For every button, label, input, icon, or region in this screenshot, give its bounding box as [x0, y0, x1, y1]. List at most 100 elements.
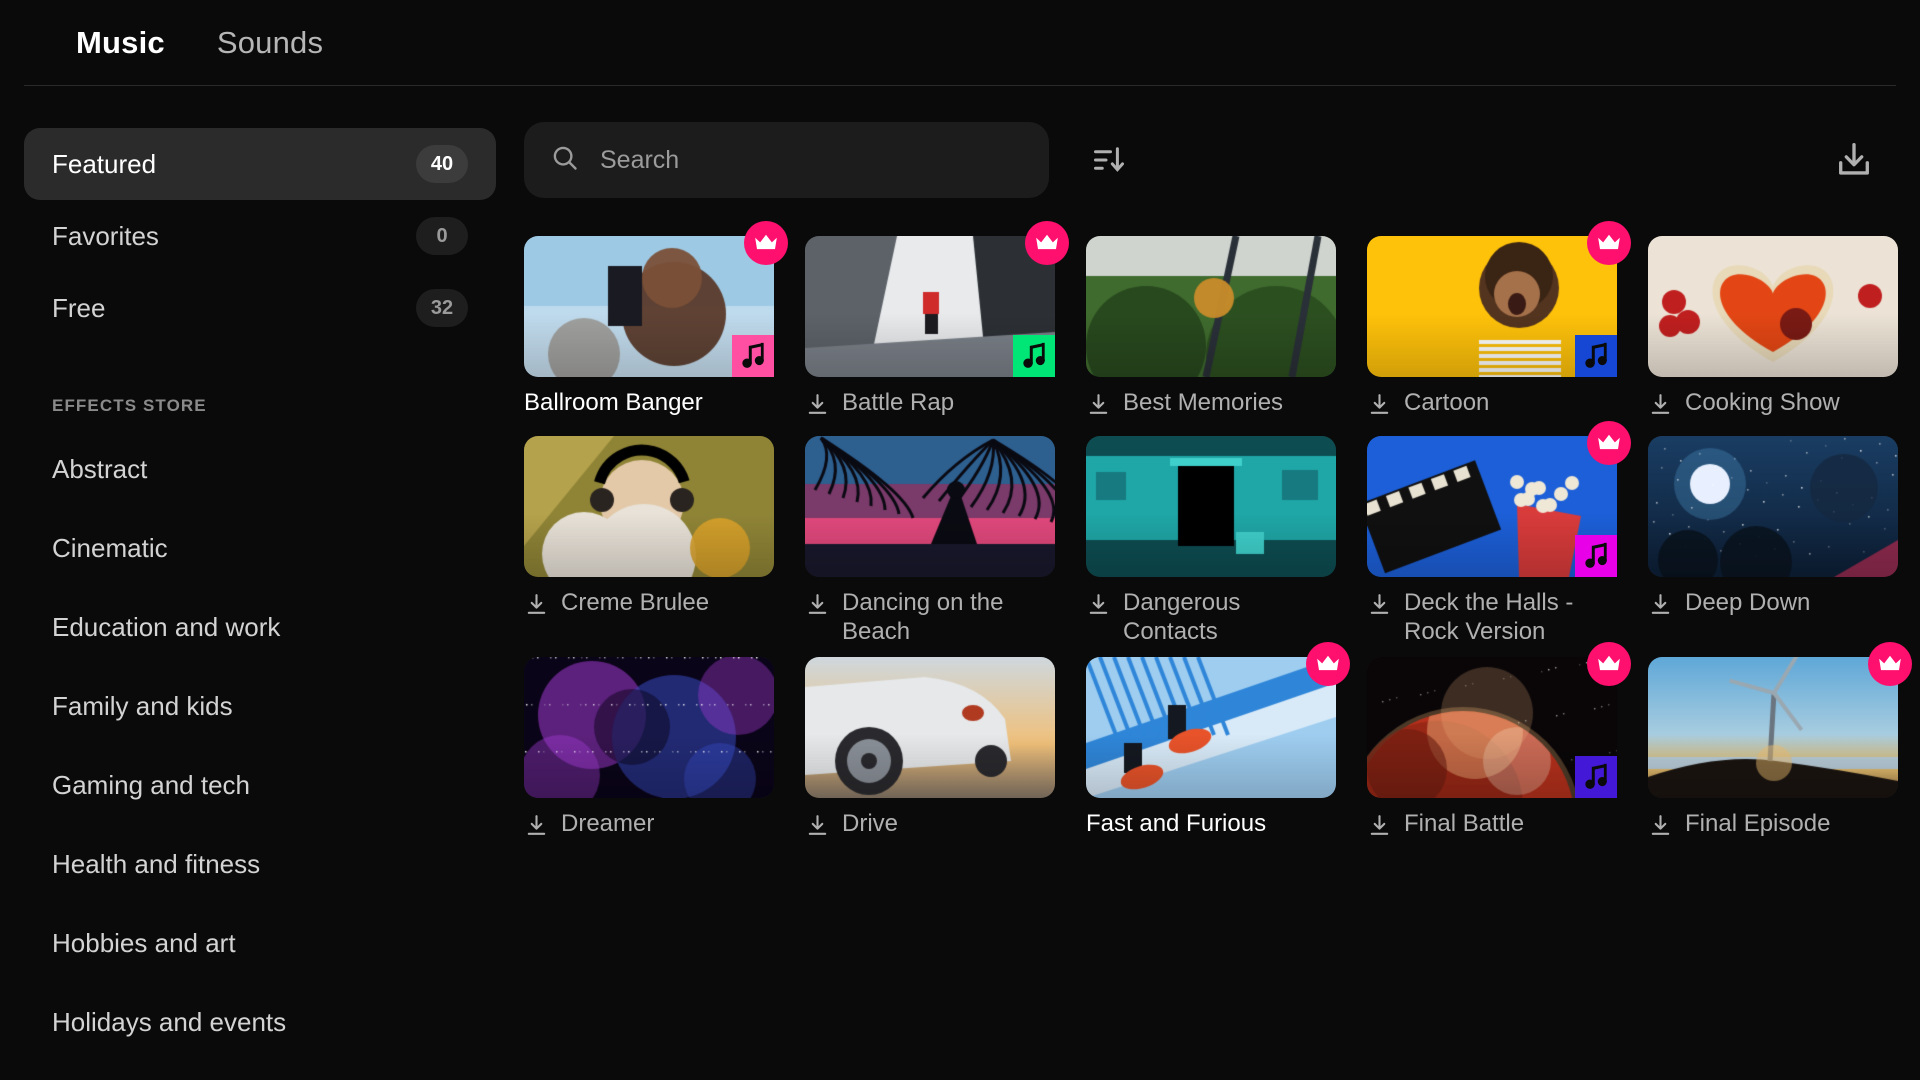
card-thumbnail[interactable] — [1648, 436, 1898, 577]
card-thumbnail[interactable] — [805, 436, 1055, 577]
sidebar-item-abstract[interactable]: Abstract — [24, 430, 496, 509]
tab-music[interactable]: Music — [76, 25, 165, 61]
sort-descending-icon[interactable] — [1083, 134, 1135, 186]
thumbnail-image — [524, 436, 774, 577]
music-card[interactable]: Battle Rap — [805, 221, 1069, 436]
download-icon[interactable] — [1828, 134, 1880, 186]
music-card[interactable]: Drive — [805, 656, 1055, 857]
music-card[interactable]: Ballroom Banger — [524, 221, 788, 436]
card-thumbnail[interactable] — [1086, 436, 1336, 577]
main-body: Featured 40 Favorites 0 Free 32 EFFECTS … — [0, 86, 1920, 1079]
music-card[interactable]: Final Episode — [1648, 641, 1912, 857]
card-thumbnail[interactable] — [1648, 641, 1912, 798]
card-thumbnail[interactable] — [805, 656, 1055, 798]
card-label: Dangerous Contacts — [1086, 588, 1336, 657]
search-icon — [550, 143, 580, 178]
card-title: Final Episode — [1685, 809, 1831, 837]
sidebar-item-label: Abstract — [52, 454, 148, 484]
card-thumbnail[interactable] — [524, 436, 774, 577]
music-note-icon — [1013, 335, 1055, 377]
card-title: Creme Brulee — [561, 589, 710, 616]
card-thumbnail[interactable] — [1086, 641, 1350, 798]
download-icon[interactable] — [805, 392, 830, 422]
card-title: Dreamer — [561, 809, 655, 837]
download-icon[interactable] — [805, 592, 830, 622]
sidebar-item-free[interactable]: Free 32 — [24, 272, 496, 344]
music-card[interactable]: Best Memories — [1086, 236, 1336, 436]
music-card[interactable]: Cartoon — [1367, 221, 1631, 436]
card-label: Drive — [805, 809, 1055, 857]
download-icon[interactable] — [1648, 592, 1673, 622]
sidebar-item-featured[interactable]: Featured 40 — [24, 128, 496, 200]
download-icon[interactable] — [1367, 392, 1392, 422]
card-label: Deck the Halls - Rock Version — [1367, 588, 1617, 657]
card-label: Dancing on the Beach — [805, 588, 1055, 657]
crown-icon — [1868, 641, 1912, 686]
thumbnail-image — [1086, 656, 1336, 798]
download-icon[interactable] — [524, 813, 549, 843]
card-thumbnail[interactable] — [1648, 236, 1898, 377]
thumbnail-image — [1086, 236, 1336, 377]
download-icon[interactable] — [1367, 813, 1392, 843]
card-thumbnail[interactable] — [1086, 236, 1336, 377]
sidebar-item-label: Featured — [52, 148, 157, 179]
sidebar-item-badge: 0 — [416, 217, 468, 255]
music-card[interactable]: Deep Down — [1648, 436, 1898, 657]
music-card[interactable]: Creme Brulee — [524, 436, 774, 657]
sidebar-item-family-and-kids[interactable]: Family and kids — [24, 667, 496, 746]
card-title: Fast and Furious — [1086, 809, 1267, 837]
search-input[interactable]: Search — [524, 122, 1049, 198]
music-card[interactable]: Final Battle — [1367, 641, 1631, 857]
download-icon[interactable] — [805, 813, 830, 843]
sidebar-item-cinematic[interactable]: Cinematic — [24, 509, 496, 588]
music-note-icon — [732, 335, 774, 377]
download-icon[interactable] — [1367, 592, 1392, 622]
card-thumbnail[interactable] — [524, 221, 788, 377]
sidebar-item-holidays-and-events[interactable]: Holidays and events — [24, 983, 496, 1062]
download-icon[interactable] — [524, 592, 549, 622]
sidebar-item-label: Holidays and events — [52, 1007, 287, 1037]
card-label: Cartoon — [1367, 388, 1617, 436]
card-title: Dangerous Contacts — [1123, 589, 1241, 646]
sidebar-item-education-and-work[interactable]: Education and work — [24, 588, 496, 667]
music-card[interactable]: Dangerous Contacts — [1086, 436, 1336, 657]
sidebar-item-favorites[interactable]: Favorites 0 — [24, 200, 496, 272]
download-icon[interactable] — [1648, 392, 1673, 422]
card-thumbnail[interactable] — [524, 656, 774, 798]
music-card[interactable]: Cooking Show — [1648, 236, 1898, 436]
sidebar-item-label: Free — [52, 292, 106, 323]
crown-icon — [1306, 641, 1350, 686]
card-label: Cooking Show — [1648, 388, 1898, 436]
card-title: Deep Down — [1685, 589, 1811, 616]
card-title: Cartoon — [1404, 389, 1490, 416]
music-card[interactable]: Dreamer — [524, 656, 774, 857]
card-title: Drive — [842, 809, 899, 837]
card-label: Final Episode — [1648, 809, 1898, 857]
card-thumbnail[interactable] — [1367, 641, 1631, 798]
card-label: Dreamer — [524, 809, 774, 857]
thumbnail-image — [1648, 656, 1898, 798]
download-icon[interactable] — [1086, 592, 1111, 622]
card-title: Ballroom Banger — [524, 389, 703, 416]
tab-sounds[interactable]: Sounds — [217, 25, 323, 61]
card-title: Final Battle — [1404, 809, 1525, 837]
sidebar-item-badge: 32 — [416, 289, 468, 327]
card-thumbnail[interactable] — [1367, 421, 1631, 577]
download-icon[interactable] — [1648, 813, 1673, 843]
sidebar-item-health-and-fitness[interactable]: Health and fitness — [24, 825, 496, 904]
crown-icon — [1025, 221, 1069, 265]
music-card[interactable]: Fast and Furious — [1086, 641, 1350, 857]
sidebar-item-label: Education and work — [52, 612, 281, 642]
music-card[interactable]: Deck the Halls - Rock Version — [1367, 421, 1631, 657]
music-card[interactable]: Dancing on the Beach — [805, 436, 1055, 657]
card-thumbnail[interactable] — [805, 221, 1069, 377]
card-title: Battle Rap — [842, 389, 955, 416]
card-title: Cooking Show — [1685, 389, 1840, 416]
sidebar-item-label: Gaming and tech — [52, 770, 251, 800]
download-icon[interactable] — [1086, 392, 1111, 422]
card-title: Dancing on the Beach — [842, 589, 1004, 646]
card-thumbnail[interactable] — [1367, 221, 1631, 377]
top-tab-bar: Music Sounds — [24, 0, 1896, 86]
sidebar-item-hobbies-and-art[interactable]: Hobbies and art — [24, 904, 496, 983]
sidebar-item-gaming-and-tech[interactable]: Gaming and tech — [24, 746, 496, 825]
